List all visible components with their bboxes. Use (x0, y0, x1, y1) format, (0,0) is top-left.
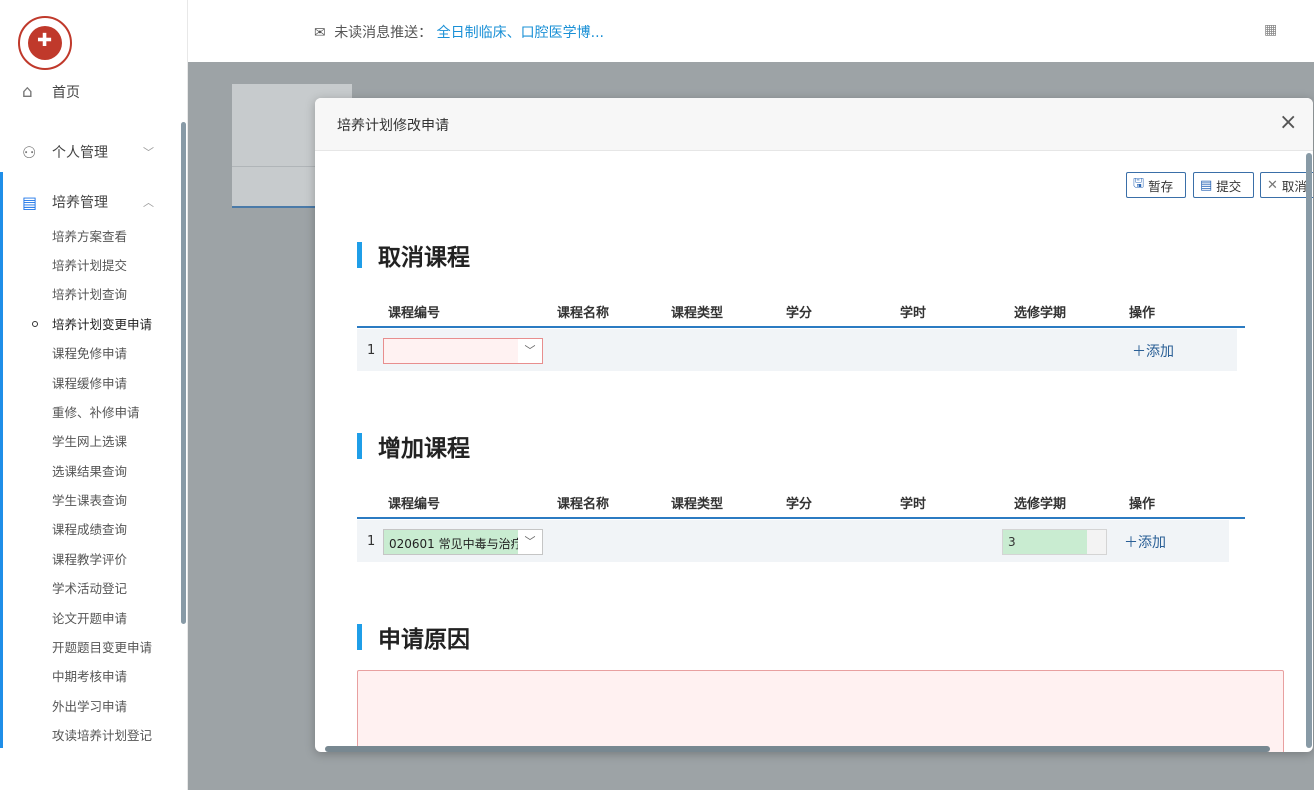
add-label: 添加 (1138, 535, 1166, 551)
chevron-down-icon: ﹀ (518, 339, 542, 363)
plan-change-modal: 培养计划修改申请 × 🖫 暂存 ▤ 提交 ✕ 取消 取消课程 课程编号 课程名称… (315, 98, 1313, 752)
sidebar-item-evaluation[interactable]: 课程教学评价 (52, 549, 127, 571)
nav-group-training[interactable]: ▤ 培养管理 ︿ (0, 187, 188, 217)
col-course-name: 课程名称 (557, 306, 610, 321)
floppy-disk-icon: 🖫 (1133, 176, 1145, 191)
add-new-course-button[interactable]: ＋添加 (1124, 532, 1166, 552)
sidebar-item-timetable[interactable]: 学生课表查询 (52, 490, 127, 512)
col-action: 操作 (1129, 497, 1156, 512)
col-hours: 学时 (900, 497, 927, 512)
reason-heading: 申请原因 (357, 623, 470, 653)
unread-label: 未读消息推送： (334, 25, 433, 41)
cancel-course-table-header: 课程编号 课程名称 课程类型 学分 学时 选修学期 操作 (357, 292, 1245, 328)
envelope-icon: ✉ (314, 25, 326, 41)
section-marker (357, 433, 362, 459)
reason-title: 申请原因 (378, 627, 470, 653)
sidebar-item-midterm[interactable]: 中期考核申请 (52, 666, 127, 688)
sidebar-item-grades[interactable]: 课程成绩查询 (52, 519, 127, 541)
col-course-code: 课程编号 (388, 306, 441, 321)
add-course-table-header: 课程编号 课程名称 课程类型 学分 学时 选修学期 操作 (357, 483, 1245, 519)
university-logo[interactable] (18, 16, 72, 70)
col-hours: 学时 (900, 306, 927, 321)
sidebar-item-proposal[interactable]: 论文开题申请 (52, 608, 127, 630)
nav-home-label: 首页 (52, 85, 80, 101)
add-cancel-course-button[interactable]: ＋添加 (1132, 341, 1174, 361)
add-course-row: 1 020601 常见中毒与治疗 ﹀ 3 ＋添加 (357, 520, 1229, 562)
save-draft-label: 暂存 (1148, 178, 1174, 194)
cancel-course-select[interactable]: ﹀ (383, 338, 543, 364)
active-group-indicator (0, 172, 3, 748)
plus-icon: ＋ (1132, 344, 1146, 360)
row-number: 1 (367, 343, 376, 358)
cancel-label: 取消 (1281, 178, 1307, 194)
sidebar-item-exemption[interactable]: 课程免修申请 (52, 343, 127, 365)
submit-button[interactable]: ▤ 提交 (1193, 172, 1254, 198)
plus-icon: ＋ (1124, 535, 1138, 551)
sidebar-item-topic-change[interactable]: 开题题目变更申请 (52, 637, 152, 659)
col-course-name: 课程名称 (557, 497, 610, 512)
sidebar-item-deferral[interactable]: 课程缓修申请 (52, 373, 127, 395)
add-course-title: 增加课程 (378, 436, 470, 462)
col-course-type: 课程类型 (671, 306, 724, 321)
sidebar-item-plan-submit[interactable]: 培养计划提交 (52, 255, 127, 277)
col-semester: 选修学期 (1014, 497, 1067, 512)
sidebar-item-academic-activity[interactable]: 学术活动登记 (52, 578, 127, 600)
calendar-icon[interactable]: ▦ (1264, 22, 1277, 38)
unread-message-link[interactable]: 全日制临床、口腔医学博... (437, 25, 604, 41)
nav-group-personal[interactable]: ⚇ 个人管理 ﹀ (0, 137, 188, 167)
sidebar-item-external-study[interactable]: 外出学习申请 (52, 696, 127, 718)
unread-message-bar: ✉ 未读消息推送： 全日制临床、口腔医学博... (314, 22, 604, 42)
semester-input[interactable]: 3 (1002, 529, 1107, 555)
nav-home[interactable]: ⌂ 首页 (0, 78, 188, 106)
add-course-value: 020601 常见中毒与治疗 (389, 537, 521, 551)
close-icon[interactable]: × (1279, 110, 1297, 135)
sidebar-item-retake[interactable]: 重修、补修申请 (52, 402, 140, 424)
col-semester: 选修学期 (1014, 306, 1067, 321)
cancel-course-heading: 取消课程 (357, 241, 470, 271)
submit-label: 提交 (1216, 178, 1242, 194)
chevron-up-icon: ︿ (143, 196, 154, 209)
top-bar: ✉ 未读消息推送： 全日制临床、口腔医学博... ▦ (188, 0, 1314, 62)
semester-value: 3 (1008, 535, 1016, 549)
home-icon: ⌂ (22, 82, 33, 102)
section-marker (357, 242, 362, 268)
modal-header: 培养计划修改申请 × (315, 98, 1313, 151)
modal-title: 培养计划修改申请 (337, 118, 449, 134)
section-marker (357, 624, 362, 650)
cancel-course-title: 取消课程 (378, 245, 470, 271)
user-icon: ⚇ (22, 142, 37, 162)
reason-textarea[interactable] (357, 670, 1284, 752)
add-label: 添加 (1146, 344, 1174, 360)
chevron-down-icon: ﹀ (518, 530, 542, 554)
nav-group-training-label: 培养管理 (52, 195, 108, 211)
col-course-type: 课程类型 (671, 497, 724, 512)
sidebar: ⌂ 首页 ⚇ 个人管理 ﹀ ▤ 培养管理 ︿ 培养方案查看 培养计划提交 培养计… (0, 0, 188, 790)
save-draft-button[interactable]: 🖫 暂存 (1126, 172, 1186, 198)
sidebar-item-plan-change[interactable]: 培养计划变更申请 (52, 314, 152, 336)
sidebar-item-online-selection[interactable]: 学生网上选课 (52, 431, 127, 453)
cancel-course-row: 1 ﹀ ＋添加 (357, 329, 1237, 371)
sidebar-item-selection-result[interactable]: 选课结果查询 (52, 461, 127, 483)
current-item-bullet-icon (32, 321, 38, 327)
document-icon: ▤ (22, 192, 38, 212)
sidebar-item-plan-register[interactable]: 攻读培养计划登记 (52, 725, 152, 747)
add-course-heading: 增加课程 (357, 432, 470, 462)
sidebar-item-plan-query[interactable]: 培养计划查询 (52, 284, 127, 306)
row-number: 1 (367, 534, 376, 549)
modal-vertical-scrollbar[interactable] (1306, 153, 1312, 748)
sidebar-scrollbar[interactable] (181, 122, 186, 624)
col-credits: 学分 (786, 497, 813, 512)
col-course-code: 课程编号 (388, 497, 441, 512)
col-credits: 学分 (786, 306, 813, 321)
x-icon: ✕ (1267, 177, 1278, 193)
sidebar-item-plan-view[interactable]: 培养方案查看 (52, 226, 127, 248)
add-course-select[interactable]: 020601 常见中毒与治疗 ﹀ (383, 529, 543, 555)
chevron-down-icon: ﹀ (143, 146, 154, 159)
nav-group-personal-label: 个人管理 (52, 145, 108, 161)
modal-horizontal-scrollbar[interactable] (325, 746, 1270, 752)
col-action: 操作 (1129, 306, 1156, 321)
document-icon: ▤ (1200, 177, 1213, 193)
